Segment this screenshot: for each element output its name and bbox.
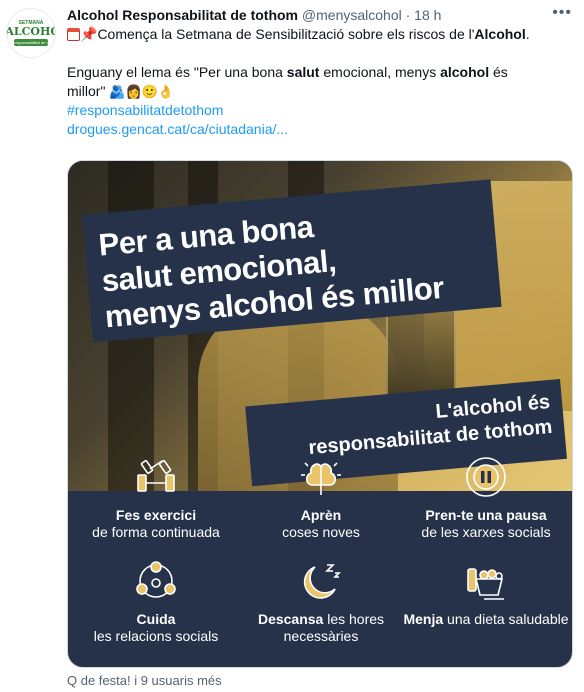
user-handle[interactable]: @menysalcohol bbox=[302, 7, 402, 23]
moon-sleep-icon bbox=[303, 564, 341, 599]
tweet-bold-alcohol-2: alcohol bbox=[440, 64, 490, 80]
tip-subtitle: de les xarxes socials bbox=[421, 524, 551, 540]
tweet-line-1-end: . bbox=[525, 26, 530, 42]
people-network-icon bbox=[136, 561, 176, 598]
tweet-text-part: Enguany el lema és "Per una bona bbox=[67, 64, 287, 80]
tweet-text: 📌Comença la Setmana de Sensibilització s… bbox=[67, 25, 577, 139]
tweet-header: Alcohol Responsabilitat de tothom @menys… bbox=[67, 5, 554, 25]
avatar-logo-text: L'ALCOHOL bbox=[6, 25, 55, 38]
avatar-bar-text: responsabilitat de tothom bbox=[14, 39, 48, 46]
tip-tile: Cuida les relacions socials bbox=[72, 559, 240, 645]
tweet-line-1-text: Comença la Setmana de Sensibilització so… bbox=[97, 26, 475, 42]
display-name[interactable]: Alcohol Responsabilitat de tothom bbox=[67, 7, 298, 23]
hashtag-link[interactable]: #responsabilitatdetothom bbox=[67, 102, 223, 118]
tip-title: Descansa bbox=[257, 611, 324, 627]
brain-icon bbox=[301, 462, 341, 495]
pushpin-icon: 📌 bbox=[80, 26, 98, 42]
tip-tile: Fes exercici de forma continuada bbox=[72, 455, 240, 541]
tip-tile: Menja una dieta saludable bbox=[402, 559, 570, 628]
timestamp[interactable]: 18 h bbox=[414, 7, 441, 23]
tip-subtitle: coses noves bbox=[282, 524, 360, 540]
tweet-bold-alcohol: Alcohol bbox=[474, 26, 526, 42]
tip-title: Fes exercici bbox=[115, 507, 197, 523]
tip-tile: Aprèn coses noves bbox=[237, 455, 405, 541]
pause-icon bbox=[466, 457, 506, 497]
tip-title: Pren-te una pausa bbox=[425, 507, 547, 523]
separator-dot: · bbox=[405, 7, 411, 23]
tweet-line-2: Enguany el lema és "Per una bona salut e… bbox=[67, 63, 577, 82]
dumbbell-icon bbox=[137, 459, 175, 492]
tip-subtitle: de forma continuada bbox=[92, 524, 220, 540]
tagged-users-text[interactable]: Q de festa! i 9 usuaris més bbox=[67, 673, 222, 688]
tweet-bold-salut: salut bbox=[286, 64, 320, 80]
poster-tips-grid: Fes exercici de forma continuada Aprèn c… bbox=[68, 451, 572, 667]
tip-title: Cuida bbox=[136, 611, 176, 627]
calendar-icon bbox=[67, 28, 80, 41]
tip-subtitle: les relacions socials bbox=[93, 628, 219, 644]
tip-subtitle: una dieta saludable bbox=[443, 611, 569, 627]
tip-text: Descansa les hores necessàries bbox=[237, 611, 405, 645]
avatar[interactable]: SETMANA L'ALCOHOL responsabilitat de tot… bbox=[6, 8, 56, 58]
url-link[interactable]: drogues.gencat.cat/ca/ciutadania/... bbox=[67, 121, 288, 137]
tip-tile: Descansa les hores necessàries bbox=[237, 559, 405, 645]
tweet-line-1: 📌Comença la Setmana de Sensibilització s… bbox=[67, 25, 577, 44]
tweet-line-3: millor" 🫂👩🙂👌 bbox=[67, 82, 577, 101]
tweet-text-part: és bbox=[489, 64, 508, 80]
more-options-icon[interactable]: ••• bbox=[552, 4, 572, 22]
tip-text: Menja una dieta saludable bbox=[402, 611, 570, 628]
tweet-text-part: emocional, menys bbox=[319, 64, 441, 80]
tip-tile: Pren-te una pausa de les xarxes socials bbox=[402, 455, 570, 541]
tweet-text-part: millor" bbox=[67, 83, 110, 99]
tip-title: Menja bbox=[403, 611, 444, 627]
emoji-group-icon: 🫂👩🙂👌 bbox=[109, 84, 175, 99]
tip-title: Aprèn bbox=[300, 507, 342, 523]
groceries-icon bbox=[467, 568, 504, 600]
tweet-media-image[interactable]: Per a una bona salut emocional, menys al… bbox=[67, 160, 573, 668]
